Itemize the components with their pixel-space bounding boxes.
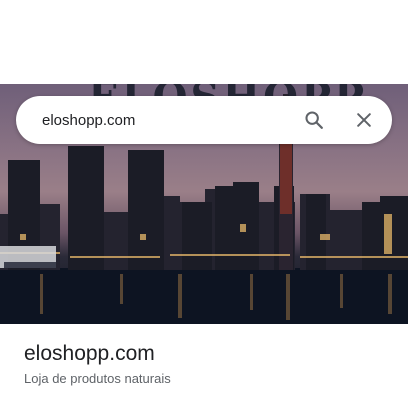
- site-subtitle: Loja de produtos naturais: [24, 371, 171, 386]
- search-bar[interactable]: [16, 95, 392, 145]
- clear-button[interactable]: [348, 104, 380, 136]
- site-info: eloshopp.com Loja de produtos naturais: [24, 340, 171, 388]
- search-button[interactable]: [298, 104, 330, 136]
- site-title[interactable]: eloshopp.com: [24, 340, 171, 368]
- search-input[interactable]: [40, 95, 298, 145]
- top-blank-area: [0, 0, 408, 84]
- search-icon: [305, 111, 323, 129]
- close-icon: [357, 113, 371, 127]
